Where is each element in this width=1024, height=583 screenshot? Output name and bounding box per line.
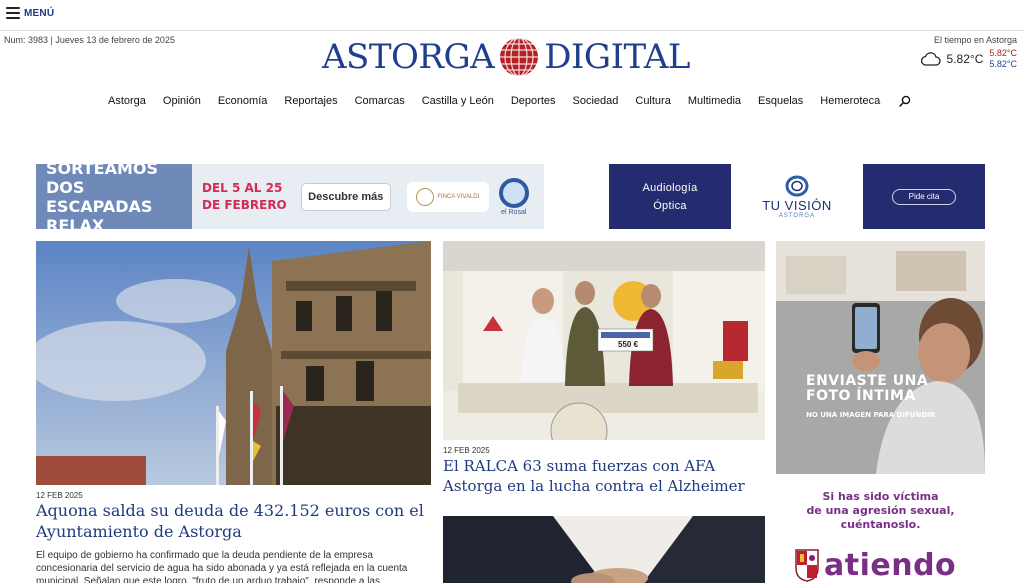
weather-min: 5.82°C	[989, 59, 1017, 69]
logo-text-left: ASTORGA	[322, 37, 495, 77]
weather-max: 5.82°C	[989, 48, 1017, 58]
nav-item-comarcas[interactable]: Comarcas	[355, 95, 405, 107]
main-article-date: 12 FEB 2025	[36, 491, 83, 500]
weather-widget: 5.82°C 5.82°C 5.82°C	[919, 48, 1017, 70]
second-article-image[interactable]: 550 €	[443, 241, 765, 440]
campaign-headline-line2: FOTO ÍNTIMA	[806, 388, 916, 404]
atiendo-line2: de una agresión sexual,	[806, 504, 955, 517]
weather-temp: 5.82°C	[946, 52, 984, 66]
relax-ad-line2: ESCAPADAS RELAX	[46, 196, 153, 230]
third-article-image[interactable]	[443, 516, 765, 583]
edition-info: Num: 3983 | Jueves 13 de febrero de 2025	[4, 35, 175, 45]
nav-item-hemeroteca[interactable]: Hemeroteca	[820, 95, 880, 107]
eye-icon	[785, 175, 809, 196]
tu-vision-cta: Pide cita	[863, 164, 985, 229]
site-logo[interactable]: ASTORGA DIGITAL	[322, 36, 700, 78]
relax-ad-banner[interactable]: SORTEAMOS DOS ESCAPADAS RELAX DEL 5 AL 2…	[36, 164, 544, 229]
nav-item-reportajes[interactable]: Reportajes	[284, 95, 337, 107]
cheque-amount: 550 €	[618, 340, 639, 349]
man-with-phone-photo	[776, 241, 985, 474]
weather-range: 5.82°C 5.82°C	[989, 48, 1017, 70]
second-article-date: 12 FEB 2025	[443, 446, 490, 455]
service-audiologia: Audiología	[642, 181, 698, 194]
relax-ad-headline: SORTEAMOS DOS ESCAPADAS RELAX	[36, 164, 192, 229]
globe-icon	[500, 37, 539, 77]
relax-ad-dates: DEL 5 AL 25 DE FEBRERO	[202, 180, 287, 214]
finca-vivaldi-label: FINCA VIVALDI	[437, 193, 480, 200]
tu-vision-ad-banner[interactable]: Audiología Óptica TU VISIÓN ASTORGA Pide…	[609, 164, 985, 229]
main-nav: Astorga Opinión Economía Reportajes Coma…	[108, 93, 911, 109]
atiendo-campaign-ad[interactable]: Si has sido víctima de una agresión sexu…	[776, 490, 985, 583]
tu-vision-brand: TU VISIÓN	[762, 197, 832, 213]
search-icon[interactable]	[899, 95, 911, 107]
atiendo-line1: Si has sido víctima	[822, 490, 939, 503]
campaign-subheadline: NO UNA IMAGEN PARA DIFUNDIR	[806, 411, 936, 419]
handshake-photo	[443, 516, 765, 583]
logo-text-right: DIGITAL	[544, 37, 690, 77]
nav-item-opinion[interactable]: Opinión	[163, 95, 201, 107]
nav-item-castilla-y-leon[interactable]: Castilla y León	[422, 95, 494, 107]
nav-item-multimedia[interactable]: Multimedia	[688, 95, 741, 107]
campaign-headline-line1: ENVIASTE UNA	[806, 373, 929, 389]
cheque-handover-photo: 550 €	[443, 241, 765, 440]
nav-item-sociedad[interactable]: Sociedad	[573, 95, 619, 107]
relax-ad-line1: SORTEAMOS DOS	[46, 164, 158, 197]
main-article-image[interactable]	[36, 241, 431, 485]
top-bar: MENÚ	[0, 0, 1024, 31]
campaign-headline: ENVIASTE UNA FOTO ÍNTIMA	[806, 374, 928, 404]
seal-icon	[416, 187, 435, 206]
menu-label: MENÚ	[24, 7, 55, 19]
cloud-icon	[920, 52, 941, 66]
el-rosal-label: el Rosal	[501, 208, 527, 216]
menu-button[interactable]: MENÚ	[6, 7, 54, 19]
tu-vision-city: ASTORGA	[778, 212, 816, 219]
weather-label: El tiempo en Astorga	[933, 35, 1017, 45]
castilla-leon-shield-icon	[795, 549, 819, 582]
rosal-ring-icon	[498, 177, 529, 208]
second-article-title[interactable]: El RALCA 63 suma fuerzas con AFA Astorga…	[443, 456, 765, 496]
atiendo-brand: atiendo	[824, 548, 957, 583]
tu-vision-services: Audiología Óptica	[609, 164, 731, 229]
nav-item-economia[interactable]: Economía	[218, 95, 268, 107]
main-article-excerpt: El equipo de gobierno ha confirmado que …	[36, 550, 408, 583]
el-rosal-logo: el Rosal	[498, 177, 529, 216]
town-hall-photo	[36, 241, 431, 485]
relax-ad-date-line1: DEL 5 AL 25	[202, 180, 283, 195]
book-appointment-button[interactable]: Pide cita	[892, 188, 956, 205]
nav-item-esquelas[interactable]: Esquelas	[758, 95, 803, 107]
discover-more-button[interactable]: Descubre más	[300, 182, 391, 211]
hamburger-icon	[6, 7, 20, 19]
nav-item-cultura[interactable]: Cultura	[635, 95, 670, 107]
main-article-title[interactable]: Aquona salda su deuda de 432.152 euros c…	[36, 500, 431, 542]
atiendo-logo: atiendo	[794, 548, 956, 582]
intimate-photo-campaign-ad[interactable]: ENVIASTE UNA FOTO ÍNTIMA NO UNA IMAGEN P…	[776, 241, 985, 474]
relax-ad-date-line2: DE FEBRERO	[202, 197, 287, 212]
finca-vivaldi-logo: FINCA VIVALDI	[406, 181, 489, 212]
nav-item-astorga[interactable]: Astorga	[108, 95, 146, 107]
tu-vision-logo: TU VISIÓN ASTORGA	[731, 164, 863, 229]
nav-item-deportes[interactable]: Deportes	[511, 95, 556, 107]
atiendo-line3: cuéntanoslo.	[840, 518, 921, 531]
service-optica: Óptica	[653, 199, 687, 212]
atiendo-message: Si has sido víctima de una agresión sexu…	[776, 490, 985, 532]
